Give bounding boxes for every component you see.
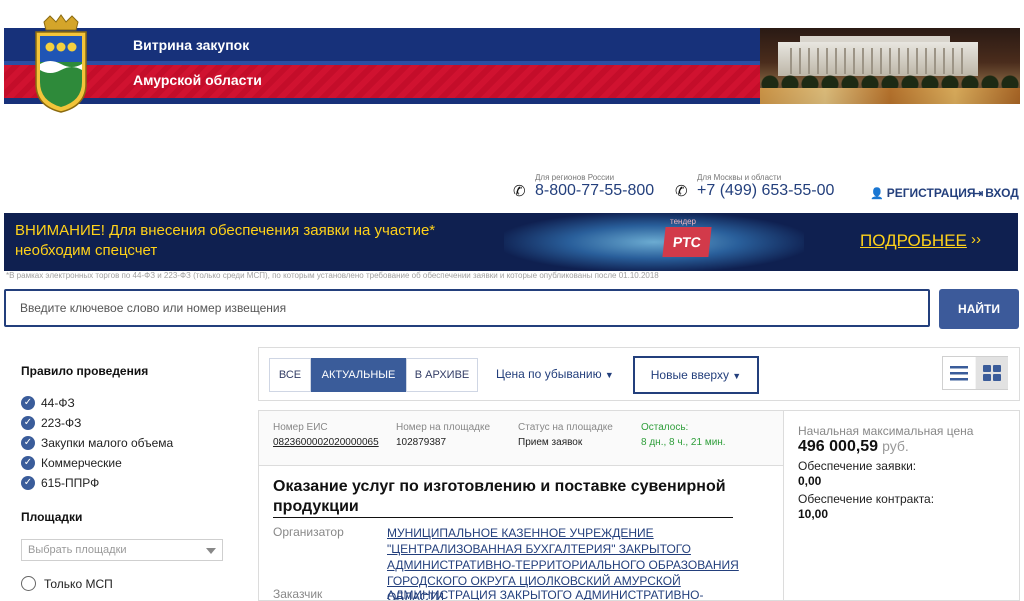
contract-security-label: Обеспечение контракта: [798,492,935,506]
bid-security-value: 0,00 [798,474,822,488]
checkmark-icon: ✓ [21,416,35,430]
caret-down-icon: ▼ [604,370,614,380]
banner-red-band [4,65,764,98]
grid-icon [983,365,1001,381]
customer-link[interactable]: АДМИНИСТРАЦИЯ ЗАКРЫТОГО АДМИНИСТРАТИВНО- [387,587,739,600]
platforms-heading: Площадки [21,510,83,524]
rule-checkbox-44fz[interactable]: ✓ 44-ФЗ [21,393,173,413]
attention-message: ВНИМАНИЕ! Для внесения обеспечения заявк… [15,222,436,259]
login-icon: ⇥ [974,187,984,200]
eis-number-link[interactable]: 0823600002020000065 [273,437,379,448]
status-value: Прием заявок [518,437,583,448]
checkmark-icon: ✓ [21,436,35,450]
more-link[interactable]: ПОДРОБНЕЕ [860,231,967,251]
search-input[interactable] [6,291,914,325]
banner-blue-band [4,28,764,61]
site-title-line2: Амурской области [133,72,262,88]
login-label: ВХОД [985,186,1019,200]
tender-meta: Номер ЕИС 0823600002020000065 Номер на п… [259,411,783,466]
header-banner: Витрина закупок Амурской области [4,28,1020,104]
checkmark-icon: ✓ [21,456,35,470]
checkmark-icon: ✓ [21,476,35,490]
tab-archive[interactable]: В АРХИВЕ [406,358,478,392]
rules-heading: Правило проведения [21,364,149,378]
double-chevron-right-icon: ›› [971,231,981,248]
price-panel: Начальная максимальная цена 496 000,59 р… [784,410,1020,601]
add-user-icon: 👤 [870,187,884,200]
regions-phone-caption: Для регионов России [535,173,615,182]
sort-price-dropdown[interactable]: Цена по убыванию ▼ [496,367,614,381]
list-icon [950,366,968,381]
price-label: Начальная максимальная цена [798,424,974,438]
regions-phone-number[interactable]: 8-800-77-55-800 [535,182,654,200]
attention-banner[interactable]: тендер РТС ВНИМАНИЕ! Для внесения обеспе… [4,213,1018,271]
search-box [4,289,930,327]
view-toggle [942,356,1008,390]
phone-icon: ✆ [513,183,526,200]
status-label: Статус на площадке [518,422,613,433]
caret-down-icon: ▼ [732,371,742,381]
platform-number-value: 102879387 [396,437,447,448]
only-msp-radio[interactable] [21,576,36,591]
banner-bottom-line [4,98,764,104]
only-msp-label: Только МСП [44,577,113,591]
phone-icon: ✆ [675,183,688,200]
tab-all[interactable]: ВСЕ [269,358,311,392]
login-link[interactable]: ⇥ ВХОД [974,186,1019,200]
price-currency: руб. [882,438,909,454]
tender-title-link[interactable]: Оказание услуг по изготовлению и поставк… [273,477,733,518]
register-label: РЕГИСТРАЦИЯ [886,186,976,200]
moscow-phone-number[interactable]: +7 (499) 653-55-00 [697,182,834,200]
remaining-value: 8 дн., 8 ч., 21 мин. [641,437,726,448]
amur-coat-of-arms-logo[interactable] [30,14,92,114]
filter-bar: ВСЕ АКТУАЛЬНЫЕ В АРХИВЕ Цена по убыванию… [258,347,1020,401]
tender-card: Номер ЕИС 0823600002020000065 Номер на п… [258,410,784,601]
contract-security-value: 10,00 [798,507,829,521]
grid-view-button[interactable] [976,357,1008,389]
platforms-select[interactable]: Выбрать площадки [21,539,223,561]
rule-checkbox-small-purchases[interactable]: ✓ Закупки малого объема [21,433,173,453]
rules-list: ✓ 44-ФЗ ✓ 223-ФЗ ✓ Закупки малого объема ✓ К… [21,393,173,493]
rule-checkbox-commercial[interactable]: ✓ Коммерческие [21,453,173,473]
tender-label: тендер [670,217,697,226]
tab-actual[interactable]: АКТУАЛЬНЫЕ [311,358,406,392]
sort-new-dropdown[interactable]: Новые вверху ▼ [633,356,759,394]
platform-number-label: Номер на площадке [396,422,491,433]
customer-label: Заказчик [273,587,323,601]
rule-checkbox-615pprf[interactable]: ✓ 615-ППРФ [21,473,173,493]
moscow-phone-caption: Для Москвы и области [697,173,782,182]
rule-checkbox-223fz[interactable]: ✓ 223-ФЗ [21,413,173,433]
register-link[interactable]: 👤 РЕГИСТРАЦИЯ [870,186,975,200]
attention-footnote: *В рамках электронных торгов по 44-ФЗ и … [6,271,659,280]
remaining-label: Осталось: [641,422,689,433]
search-button[interactable]: НАЙТИ [939,289,1019,329]
organizer-label: Организатор [273,525,344,539]
list-view-button[interactable] [943,357,975,389]
checkmark-icon: ✓ [21,396,35,410]
bid-security-label: Обеспечение заявки: [798,459,917,473]
rts-tender-logo: РТС [662,227,712,257]
government-building-photo [760,28,1020,104]
eis-label: Номер ЕИС [273,422,328,433]
price-row: 496 000,59 руб. [798,438,909,456]
site-title-line1: Витрина закупок [133,37,250,53]
price-value: 496 000,59 [798,438,879,455]
chevron-down-icon [206,548,216,554]
